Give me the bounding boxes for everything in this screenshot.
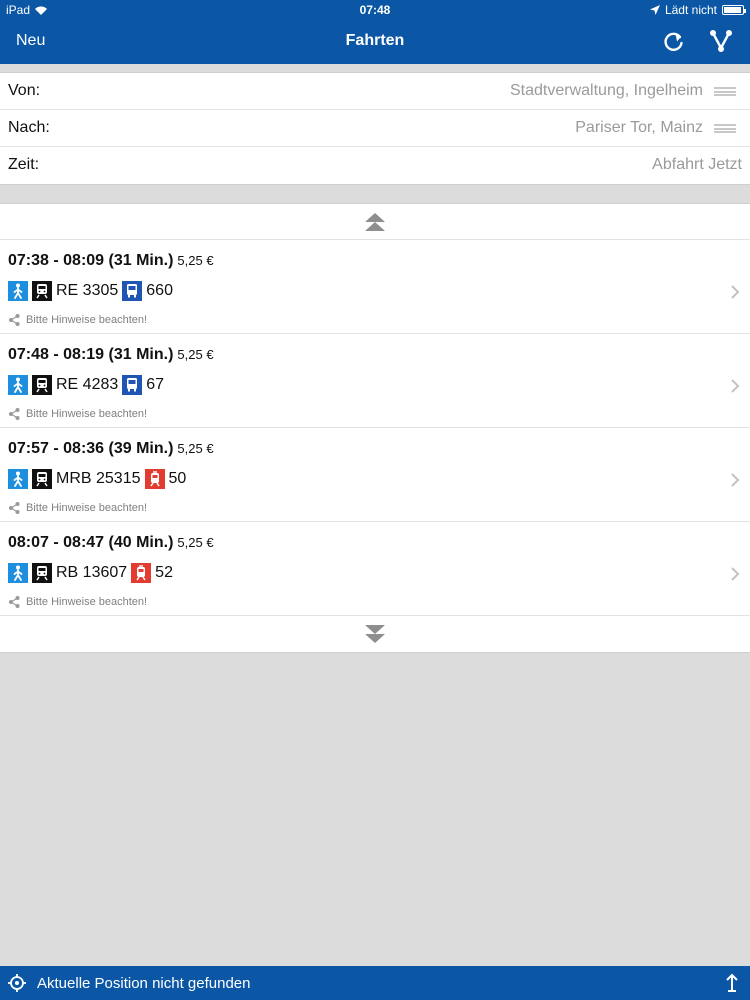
refresh-icon xyxy=(664,32,683,51)
trip-legs: RE 3305 660 xyxy=(8,281,173,301)
from-label: Von: xyxy=(8,82,41,99)
train-icon xyxy=(32,563,52,583)
earlier-trips-button[interactable] xyxy=(0,204,750,240)
info-share-icon xyxy=(9,408,20,420)
trip-note-text: Bitte Hinweise beachten! xyxy=(26,314,148,326)
trip-legs: RE 4283 67 xyxy=(8,375,164,395)
trip-header: 08:07 - 08:47 (40 Min.) 5,25 € xyxy=(8,534,214,552)
to-value[interactable]: Pariser Tor, Mainz xyxy=(575,119,703,137)
trip-header: 07:48 - 08:19 (31 Min.) 5,25 € xyxy=(8,346,214,364)
bus-line: 660 xyxy=(146,282,173,299)
trip-row[interactable]: 07:38 - 08:09 (31 Min.) 5,25 € RE 3305 66… xyxy=(0,240,750,334)
walk-icon xyxy=(8,375,28,395)
trip-row[interactable]: 07:57 - 08:36 (39 Min.) 5,25 € MRB 25315 … xyxy=(0,428,750,522)
chevron-right-icon xyxy=(731,473,740,487)
trip-row[interactable]: 07:48 - 08:19 (31 Min.) 5,25 € RE 4283 67… xyxy=(0,334,750,428)
trip-times: 08:07 - 08:47 (40 Min.) xyxy=(8,534,174,551)
trip-note: Bitte Hinweise beachten! xyxy=(8,313,147,327)
fork-icon xyxy=(710,30,732,52)
train-icon xyxy=(32,375,52,395)
time-row[interactable]: Zeit: Abfahrt Jetzt xyxy=(0,147,750,184)
time-label: Zeit: xyxy=(8,156,40,173)
status-time: 07:48 xyxy=(359,3,391,17)
trip-note-text: Bitte Hinweise beachten! xyxy=(26,408,148,420)
battery-icon xyxy=(722,5,746,15)
charging-status: Lädt nicht xyxy=(664,3,717,17)
trip-times: 07:38 - 08:09 (31 Min.) xyxy=(8,252,174,269)
position-status: Aktuelle Position nicht gefunden xyxy=(37,975,251,992)
trip-row[interactable]: 08:07 - 08:47 (40 Min.) 5,25 € RB 13607 5… xyxy=(0,522,750,616)
bus-line: 67 xyxy=(146,376,165,393)
page-title: Fahrten xyxy=(345,32,405,49)
bottom-bar: Aktuelle Position nicht gefunden xyxy=(0,966,750,1000)
tram-line: 50 xyxy=(168,470,187,487)
trip-legs: RB 13607 52 xyxy=(8,563,173,583)
arrow-up-icon[interactable] xyxy=(724,973,740,993)
train-line: RB 13607 xyxy=(56,564,128,581)
info-share-icon xyxy=(9,502,20,514)
train-line: RE 3305 xyxy=(56,282,119,299)
double-chevron-down-icon xyxy=(365,625,385,643)
trip-price: 5,25 € xyxy=(177,347,214,362)
options-button[interactable] xyxy=(707,28,735,56)
bus-icon xyxy=(122,375,143,395)
trip-header: 07:38 - 08:09 (31 Min.) 5,25 € xyxy=(8,252,214,270)
to-label: Nach: xyxy=(8,119,50,136)
trip-note: Bitte Hinweise beachten! xyxy=(8,595,147,609)
status-right: Lädt nicht xyxy=(649,3,746,17)
walk-icon xyxy=(8,563,28,583)
reorder-handle-icon[interactable] xyxy=(714,87,736,96)
bus-icon xyxy=(122,281,143,301)
info-share-icon xyxy=(9,314,20,326)
from-value[interactable]: Stadtverwaltung, Ingelheim xyxy=(510,82,703,100)
from-row[interactable]: Von: Stadtverwaltung, Ingelheim xyxy=(0,73,750,110)
time-value[interactable]: Abfahrt Jetzt xyxy=(652,156,742,174)
chevron-right-icon xyxy=(731,379,740,393)
trip-results: 07:38 - 08:09 (31 Min.) 5,25 € RE 3305 66… xyxy=(0,203,750,653)
trip-note-text: Bitte Hinweise beachten! xyxy=(26,596,148,608)
tram-icon xyxy=(131,563,152,583)
new-button[interactable]: Neu xyxy=(16,32,45,50)
to-row[interactable]: Nach: Pariser Tor, Mainz xyxy=(0,110,750,147)
locate-icon[interactable] xyxy=(8,974,26,992)
later-trips-button[interactable] xyxy=(0,616,750,652)
train-line: MRB 25315 xyxy=(56,470,141,487)
trip-times: 07:48 - 08:19 (31 Min.) xyxy=(8,346,174,363)
trip-legs: MRB 25315 50 xyxy=(8,469,186,489)
tram-line: 52 xyxy=(155,564,173,581)
train-line: RE 4283 xyxy=(56,376,119,393)
trip-price: 5,25 € xyxy=(177,441,214,456)
trip-times: 07:57 - 08:36 (39 Min.) xyxy=(8,440,174,457)
walk-icon xyxy=(8,281,28,301)
trip-price: 5,25 € xyxy=(177,535,214,550)
walk-icon xyxy=(8,469,28,489)
trip-note: Bitte Hinweise beachten! xyxy=(8,501,147,515)
trip-note: Bitte Hinweise beachten! xyxy=(8,407,147,421)
refresh-button[interactable] xyxy=(660,28,688,56)
train-icon xyxy=(32,469,52,489)
chevron-right-icon xyxy=(731,567,740,581)
chevron-right-icon xyxy=(731,285,740,299)
status-bar: iPad 07:48 Lädt nicht xyxy=(0,0,750,20)
reorder-handle-icon[interactable] xyxy=(714,124,736,133)
trip-header: 07:57 - 08:36 (39 Min.) 5,25 € xyxy=(8,440,214,458)
trip-note-text: Bitte Hinweise beachten! xyxy=(26,502,148,514)
double-chevron-up-icon xyxy=(365,212,385,231)
search-form: Von: Stadtverwaltung, Ingelheim Nach: Pa… xyxy=(0,72,750,185)
trip-price: 5,25 € xyxy=(177,253,214,268)
location-arrow-icon xyxy=(649,5,660,15)
nav-bar: Neu Fahrten xyxy=(0,20,750,64)
train-icon xyxy=(32,281,52,301)
info-share-icon xyxy=(9,596,20,608)
tram-icon xyxy=(144,469,165,489)
